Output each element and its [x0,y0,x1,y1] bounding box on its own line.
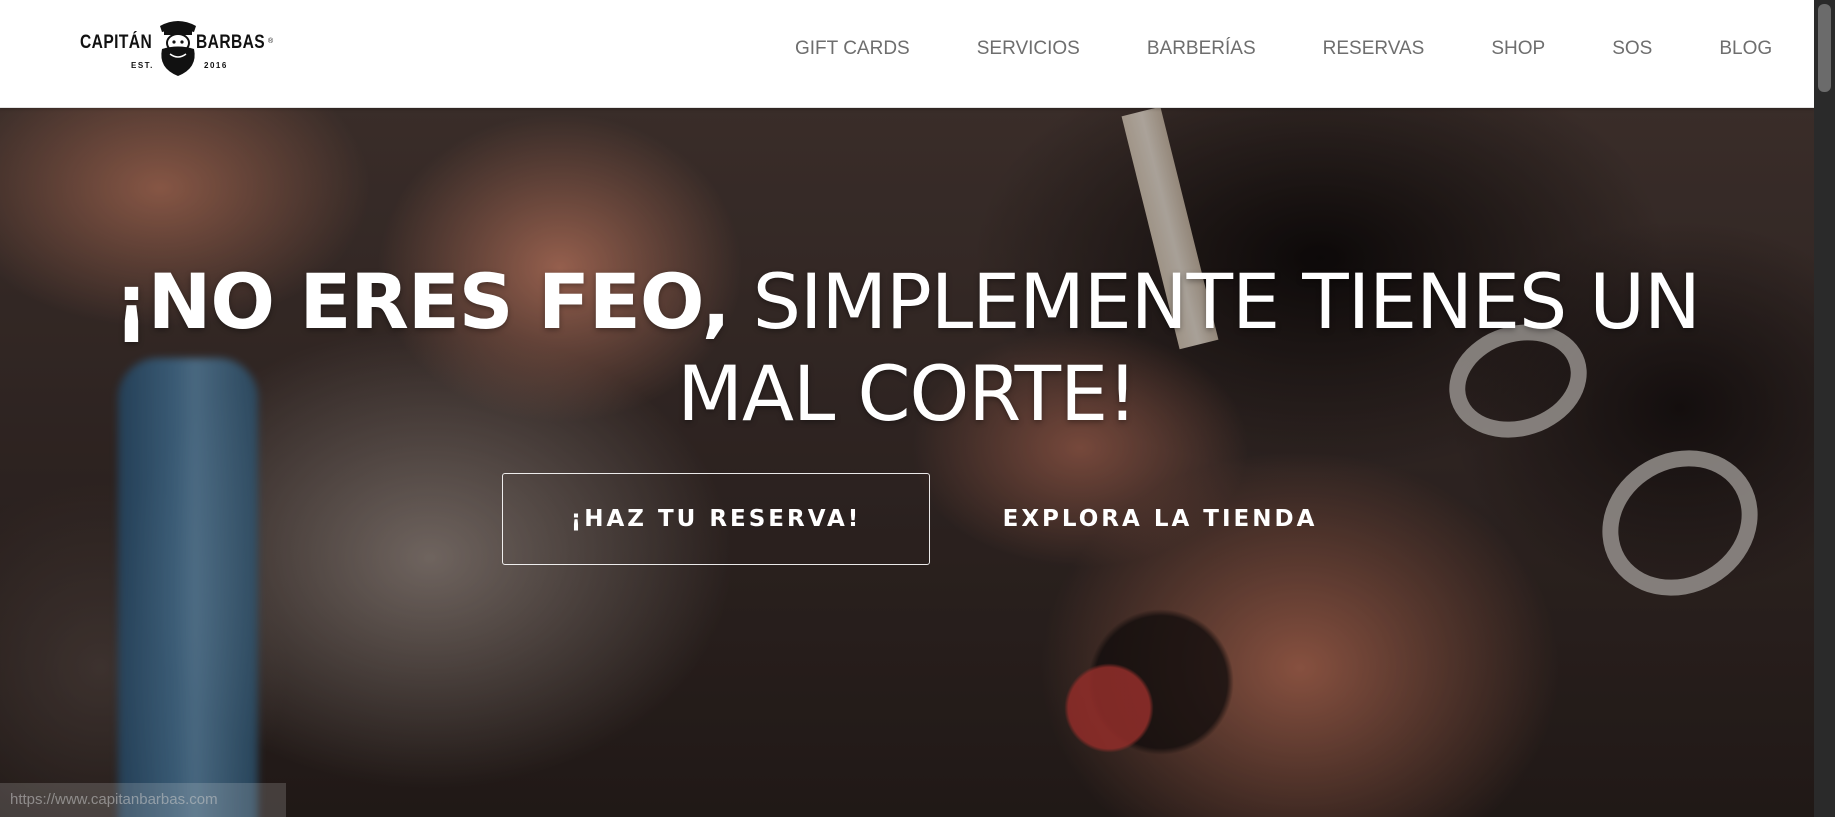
site-header: CAPITÁN BARBAS ® EST. 2016 GIFT CARDS SE… [0,0,1814,108]
reserve-button[interactable]: ¡HAZ TU RESERVA! [502,473,930,565]
nav-reservas[interactable]: RESERVAS [1323,38,1425,60]
logo-est-label: EST. [131,61,154,70]
status-bar-url: https://www.capitanbarbas.com [0,783,286,817]
capitan-barbas-logo[interactable]: CAPITÁN BARBAS ® EST. 2016 [80,16,274,76]
scrollbar-thumb[interactable] [1818,4,1831,92]
logo-est-year: 2016 [204,61,228,70]
nav-gift-cards[interactable]: GIFT CARDS [795,38,910,60]
logo-word-left: CAPITÁN [80,32,153,53]
registered-mark: ® [268,38,274,45]
nav-blog[interactable]: BLOG [1719,38,1772,60]
nav-sos[interactable]: SOS [1612,38,1652,60]
main-nav: GIFT CARDS SERVICIOS BARBERÍAS RESERVAS … [795,0,1772,97]
hero-section: ¡NO ERES FEO, SIMPLEMENTE TIENES UN MAL … [0,108,1814,817]
page-scrollbar[interactable] [1814,0,1835,817]
headline-light-line2: MAL CORTE! [677,349,1137,438]
nav-shop[interactable]: SHOP [1491,38,1545,60]
logo-word-right: BARBAS [196,32,266,53]
explore-shop-button[interactable]: EXPLORA LA TIENDA [990,473,1330,565]
headline-light-line1: SIMPLEMENTE TIENES UN [729,257,1701,346]
hero-headline: ¡NO ERES FEO, SIMPLEMENTE TIENES UN MAL … [0,256,1814,440]
headline-strong: ¡NO ERES FEO, [114,257,731,346]
nav-servicios[interactable]: SERVICIOS [977,38,1080,60]
hero-dark-overlay [0,108,1814,817]
nav-barberias[interactable]: BARBERÍAS [1147,38,1256,60]
page: CAPITÁN BARBAS ® EST. 2016 GIFT CARDS SE… [0,0,1835,817]
